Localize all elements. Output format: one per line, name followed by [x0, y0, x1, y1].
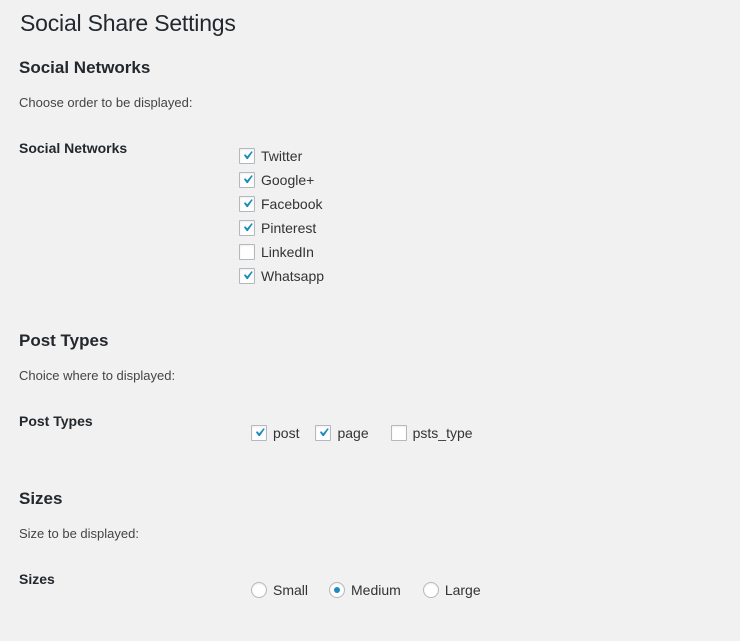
- twitter-checkbox[interactable]: [239, 148, 255, 164]
- social-networks-checkbox-list: Twitter Google+ Facebook Pinterest Linke…: [239, 147, 324, 285]
- size-option-small[interactable]: Small: [251, 581, 308, 599]
- large-radio[interactable]: [422, 582, 439, 598]
- social-network-option-facebook[interactable]: Facebook: [239, 195, 324, 213]
- social-networks-description: Choose order to be displayed:: [19, 95, 193, 110]
- sizes-field-label: Sizes: [19, 571, 55, 587]
- section-heading-post-types: Post Types: [19, 331, 109, 350]
- section-heading-social-networks: Social Networks: [19, 58, 151, 77]
- sizes-description: Size to be displayed:: [19, 526, 139, 541]
- page-title: Social Share Settings: [20, 10, 236, 36]
- psts-type-label: psts_type: [412, 425, 473, 441]
- post-types-field-label: Post Types: [19, 413, 93, 429]
- large-label: Large: [444, 582, 481, 598]
- social-networks-field-label: Social Networks: [19, 140, 128, 156]
- pinterest-label: Pinterest: [261, 220, 317, 236]
- google-plus-checkbox[interactable]: [239, 172, 255, 188]
- post-types-description: Choice where to displayed:: [19, 368, 176, 383]
- whatsapp-checkbox[interactable]: [239, 268, 255, 284]
- facebook-label: Facebook: [261, 196, 323, 212]
- psts-type-checkbox[interactable]: [390, 425, 407, 441]
- post-checkbox[interactable]: [251, 425, 267, 441]
- google-plus-label: Google+: [261, 172, 315, 188]
- social-network-option-twitter[interactable]: Twitter: [239, 147, 324, 165]
- medium-radio[interactable]: [329, 582, 346, 598]
- post-types-checkbox-row: post page psts_type: [251, 424, 473, 442]
- social-network-option-google-plus[interactable]: Google+: [239, 171, 324, 189]
- size-option-large[interactable]: Large: [422, 581, 481, 599]
- size-option-medium[interactable]: Medium: [329, 581, 401, 599]
- post-type-option-page[interactable]: page: [315, 424, 369, 442]
- post-type-option-post[interactable]: post: [251, 424, 299, 442]
- small-radio[interactable]: [251, 582, 267, 598]
- section-heading-sizes: Sizes: [19, 489, 63, 508]
- twitter-label: Twitter: [261, 148, 303, 164]
- radio-selected-dot: [334, 587, 341, 593]
- social-network-option-linkedin[interactable]: LinkedIn: [239, 243, 324, 261]
- social-network-option-pinterest[interactable]: Pinterest: [239, 219, 324, 237]
- linkedin-label: LinkedIn: [261, 244, 314, 260]
- facebook-checkbox[interactable]: [239, 196, 255, 212]
- whatsapp-label: Whatsapp: [261, 268, 325, 284]
- social-network-option-whatsapp[interactable]: Whatsapp: [239, 267, 324, 285]
- post-type-option-psts-type[interactable]: psts_type: [390, 424, 473, 442]
- sizes-radio-row: Small Medium Large: [251, 581, 481, 599]
- pinterest-checkbox[interactable]: [239, 220, 255, 236]
- linkedin-checkbox[interactable]: [239, 244, 255, 260]
- page-label: page: [337, 425, 369, 441]
- post-label: post: [273, 425, 300, 441]
- medium-label: Medium: [351, 582, 401, 598]
- page-checkbox[interactable]: [315, 425, 332, 441]
- small-label: Small: [273, 582, 309, 598]
